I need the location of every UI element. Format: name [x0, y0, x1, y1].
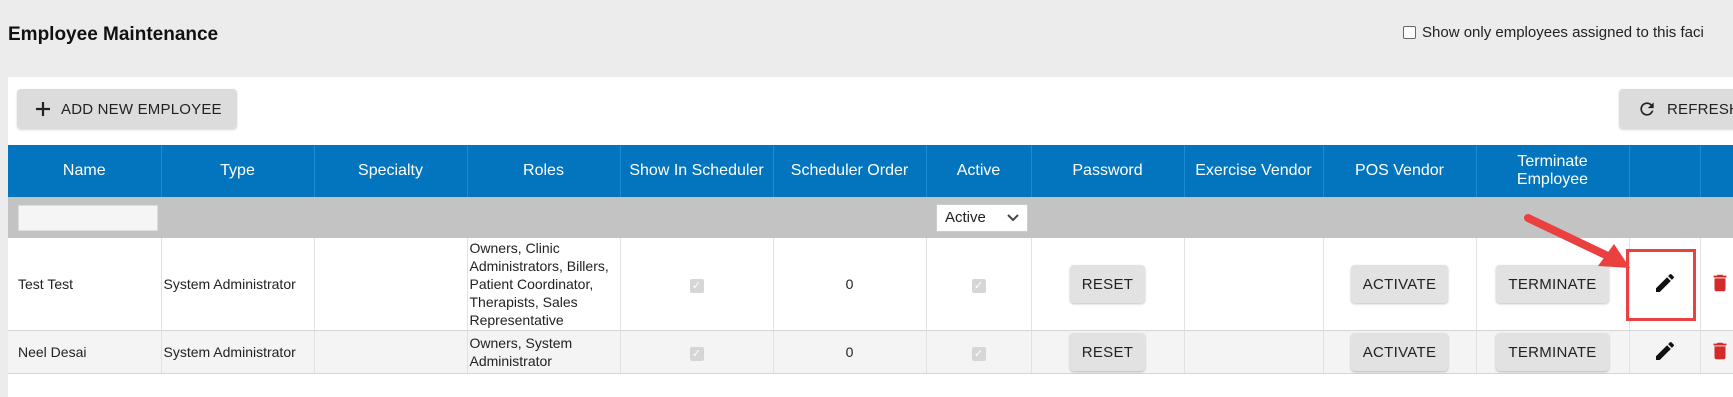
col-edit [1629, 145, 1701, 197]
employee-table: Name Type Specialty Roles Show In Schedu… [8, 145, 1733, 374]
plus-icon [35, 101, 51, 117]
reset-password-button[interactable]: RESET [1069, 333, 1146, 371]
facility-filter-checkbox[interactable] [1403, 26, 1416, 39]
show-in-scheduler-checkbox: ✓ [689, 278, 704, 293]
delete-icon[interactable] [1709, 274, 1731, 299]
cell-type: System Administrator [161, 238, 315, 331]
table-row[interactable]: Test Test System Administrator Owners, C… [8, 238, 1733, 331]
active-checkbox: ✓ [971, 278, 986, 293]
active-filter-value: Active [945, 209, 986, 226]
header-row: Name Type Specialty Roles Show In Schedu… [8, 145, 1733, 197]
col-delete [1700, 145, 1733, 197]
col-show-in-scheduler[interactable]: Show In Scheduler [620, 145, 774, 197]
refresh-label: REFRESH [1667, 100, 1733, 118]
active-checkbox: ✓ [971, 346, 986, 361]
chevron-down-icon [1007, 209, 1019, 226]
cell-name: Neel Desai [8, 330, 162, 374]
col-type[interactable]: Type [161, 145, 315, 197]
facility-filter-label: Show only employees assigned to this fac… [1422, 24, 1704, 41]
cell-specialty [314, 238, 468, 331]
cell-exercise-vendor [1184, 238, 1324, 331]
col-password: Password [1031, 145, 1185, 197]
cell-exercise-vendor [1184, 330, 1324, 374]
employee-card: ADD NEW EMPLOYEE REFRESH Name Type Speci… [8, 77, 1733, 397]
col-pos-vendor: POS Vendor [1323, 145, 1477, 197]
edit-icon[interactable] [1653, 341, 1677, 366]
activate-pos-vendor-button[interactable]: ACTIVATE [1350, 333, 1449, 371]
add-new-employee-label: ADD NEW EMPLOYEE [61, 100, 222, 118]
col-scheduler-order[interactable]: Scheduler Order [773, 145, 927, 197]
facility-filter[interactable]: Show only employees assigned to this fac… [1403, 24, 1704, 41]
cell-name: Test Test [8, 238, 162, 331]
name-filter-input[interactable] [18, 204, 158, 231]
cell-roles: Owners, System Administrator [469, 335, 573, 369]
col-specialty[interactable]: Specialty [314, 145, 468, 197]
active-filter-select[interactable]: Active [936, 203, 1028, 232]
delete-icon[interactable] [1709, 342, 1731, 367]
filter-row: Active [8, 197, 1733, 238]
cell-roles: Owners, Clinic Administrators, Billers, … [469, 240, 609, 328]
show-in-scheduler-checkbox: ✓ [689, 346, 704, 361]
reset-password-button[interactable]: RESET [1069, 265, 1146, 303]
cell-type: System Administrator [161, 330, 315, 374]
activate-pos-vendor-button[interactable]: ACTIVATE [1350, 265, 1449, 303]
cell-scheduler-order: 0 [773, 238, 927, 331]
annotation-arrow [1524, 214, 1630, 268]
add-new-employee-button[interactable]: ADD NEW EMPLOYEE [17, 89, 237, 129]
cell-scheduler-order: 0 [773, 330, 927, 374]
table-row[interactable]: Neel Desai System Administrator Owners, … [8, 330, 1733, 374]
cell-specialty [314, 330, 468, 374]
refresh-icon [1637, 99, 1657, 119]
refresh-button[interactable]: REFRESH [1619, 89, 1733, 129]
col-name[interactable]: Name [8, 145, 162, 197]
col-terminate-employee: Terminate Employee [1476, 145, 1630, 197]
terminate-button[interactable]: TERMINATE [1496, 333, 1609, 371]
col-active[interactable]: Active [926, 145, 1032, 197]
col-roles[interactable]: Roles [467, 145, 621, 197]
page-title: Employee Maintenance [8, 24, 219, 45]
col-exercise-vendor: Exercise Vendor [1184, 145, 1324, 197]
annotation-highlight-box [1626, 249, 1696, 321]
